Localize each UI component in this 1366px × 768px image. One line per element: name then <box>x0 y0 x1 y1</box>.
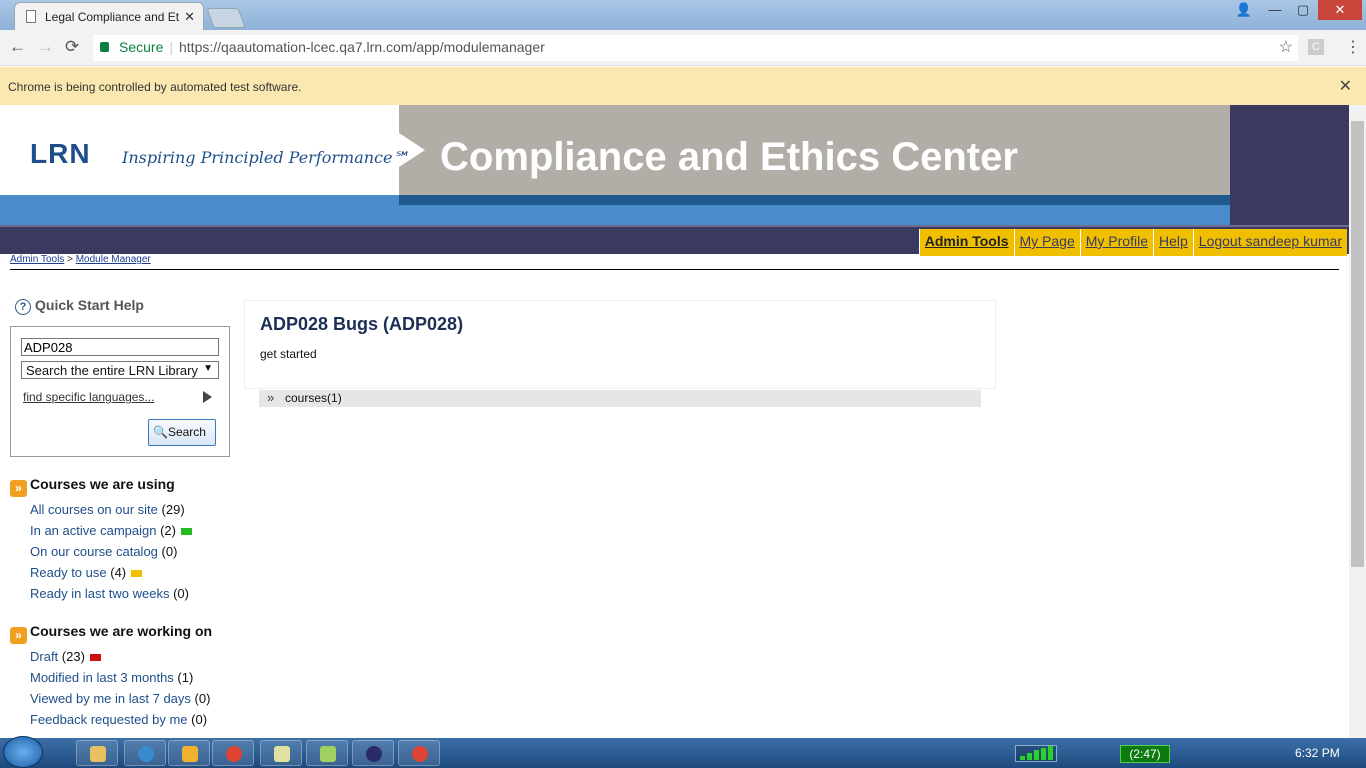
page-icon <box>26 10 36 23</box>
back-icon[interactable]: ← <box>9 37 26 57</box>
courses-using-heading: » Courses we are using <box>10 476 175 497</box>
start-button[interactable] <box>3 736 43 768</box>
quick-start-help[interactable]: ? Quick Start Help <box>15 297 144 315</box>
status-swatch <box>180 528 192 535</box>
courses-working-heading: » Courses we are working on <box>10 623 212 644</box>
expand-chevron-icon: » <box>267 390 275 405</box>
secure-label: Secure <box>119 39 164 55</box>
list-item[interactable]: In an active campaign (2) <box>30 523 192 538</box>
chevron-down-icon: ▼ <box>203 363 213 374</box>
maximize-button[interactable]: ▢ <box>1290 0 1316 20</box>
find-languages-link[interactable]: find specific languages... <box>23 390 154 404</box>
top-nav: Admin Tools My Page My Profile Help Logo… <box>0 225 1349 256</box>
browser-tab[interactable]: Legal Compliance and Et ✕ <box>14 2 204 30</box>
list-item[interactable]: Feedback requested by me (0) <box>30 712 207 727</box>
close-window-button[interactable]: ✕ <box>1318 0 1362 20</box>
courses-label: courses(1) <box>285 391 342 405</box>
chrome-menu-icon[interactable]: ⋮ <box>1345 37 1361 57</box>
forward-icon[interactable]: → <box>37 37 54 57</box>
site-banner: LRN Inspiring Principled Performance℠ Co… <box>0 105 1349 225</box>
list-item[interactable]: Viewed by me in last 7 days (0) <box>30 691 210 706</box>
battery-indicator[interactable]: (2:47) <box>1120 745 1170 763</box>
tab-title: Legal Compliance and Et <box>45 10 180 24</box>
reload-icon[interactable]: ⟳ <box>65 37 79 57</box>
chrome-taskbar-button[interactable] <box>212 740 254 766</box>
user-icon[interactable]: 👤 <box>1232 0 1256 20</box>
nav-admin-tools[interactable]: Admin Tools <box>918 229 1014 256</box>
expand-arrow-icon[interactable] <box>203 391 212 403</box>
page-content: LRN Inspiring Principled Performance℠ Co… <box>0 105 1349 738</box>
url-field[interactable]: Secure | https://qaautomation-lcec.qa7.lrn… <box>93 35 1298 61</box>
browser-titlebar: Legal Compliance and Et ✕ 👤 — ▢ ✕ <box>0 0 1366 30</box>
courses-expander[interactable]: » courses(1) <box>259 390 981 407</box>
minimize-button[interactable]: — <box>1262 0 1288 20</box>
search-scope-select[interactable]: Search the entire LRN Library ▼ <box>21 361 219 379</box>
search-button[interactable]: 🔍Search <box>148 419 216 446</box>
divider <box>10 269 1339 270</box>
list-item[interactable]: All courses on our site (29) <box>30 502 185 517</box>
search-scope-value: Search the entire LRN Library <box>26 363 198 378</box>
list-item[interactable]: Draft (23) <box>30 649 101 664</box>
chrome-taskbar-button-2[interactable] <box>398 740 440 766</box>
breadcrumb-admin-tools[interactable]: Admin Tools <box>10 254 64 265</box>
status-swatch <box>89 654 101 661</box>
list-item[interactable]: On our course catalog (0) <box>30 544 177 559</box>
page-scrollbar[interactable] <box>1349 105 1366 738</box>
quick-start-label: Quick Start Help <box>35 297 144 313</box>
ie-taskbar-button[interactable] <box>124 740 166 766</box>
banner-stripe <box>0 195 1230 225</box>
infobar-close-icon[interactable]: ✕ <box>1339 76 1352 96</box>
nav-my-page[interactable]: My Page <box>1013 229 1080 256</box>
nav-links: Admin Tools My Page My Profile Help Logo… <box>918 229 1347 256</box>
site-title: Compliance and Ethics Center <box>440 135 1018 179</box>
outlook-taskbar-button[interactable] <box>168 740 210 766</box>
magnifier-icon: 🔍 <box>153 425 168 439</box>
network-signal-icon[interactable] <box>1015 745 1057 762</box>
list-item[interactable]: Ready to use (4) <box>30 565 143 580</box>
module-card: ADP028 Bugs (ADP028) get started <box>244 300 996 389</box>
search-input[interactable] <box>21 338 219 356</box>
search-button-label: Search <box>167 425 206 439</box>
address-bar: ← → ⟳ Secure | https://qaautomation-lcec.q… <box>0 30 1366 66</box>
status-swatch <box>131 570 143 577</box>
lrn-logo[interactable]: LRN <box>30 138 91 170</box>
list-item[interactable]: Modified in last 3 months (1) <box>30 670 193 685</box>
url-text: https://qaautomation-lcec.qa7.lrn.com/ap… <box>179 39 545 55</box>
nav-my-profile[interactable]: My Profile <box>1079 229 1153 256</box>
system-clock[interactable]: 6:32 PM <box>1295 746 1340 760</box>
bookmark-star-icon[interactable]: ☆ <box>1279 35 1293 60</box>
module-subtitle: get started <box>260 347 317 361</box>
infobar-text: Chrome is being controlled by automated … <box>8 80 302 94</box>
scrollbar-thumb[interactable] <box>1351 121 1364 567</box>
module-title: ADP028 Bugs (ADP028) <box>260 314 464 334</box>
breadcrumb-module-manager[interactable]: Module Manager <box>76 254 151 265</box>
nav-help[interactable]: Help <box>1152 229 1193 256</box>
extension-icon[interactable]: C <box>1308 39 1324 55</box>
eclipse-taskbar-button[interactable] <box>352 740 394 766</box>
breadcrumb: Admin Tools > Module Manager <box>10 254 151 265</box>
files-taskbar-button[interactable] <box>306 740 348 766</box>
new-tab-button[interactable] <box>206 8 246 28</box>
nav-logout[interactable]: Logout sandeep kumar <box>1192 229 1347 256</box>
double-chevron-icon: » <box>10 480 27 497</box>
double-chevron-icon: » <box>10 627 27 644</box>
explorer-taskbar-button[interactable] <box>76 740 118 766</box>
search-panel: Search the entire LRN Library ▼ find spe… <box>10 326 230 457</box>
breadcrumb-separator: > <box>67 254 73 265</box>
list-item[interactable]: Ready in last two weeks (0) <box>30 586 189 601</box>
notepad-taskbar-button[interactable] <box>260 740 302 766</box>
logo-tagline: Inspiring Principled Performance℠ <box>122 148 409 167</box>
automation-infobar: Chrome is being controlled by automated … <box>0 67 1366 105</box>
tab-close-icon[interactable]: ✕ <box>184 9 195 25</box>
help-icon: ? <box>15 299 31 315</box>
lock-icon <box>100 42 109 52</box>
